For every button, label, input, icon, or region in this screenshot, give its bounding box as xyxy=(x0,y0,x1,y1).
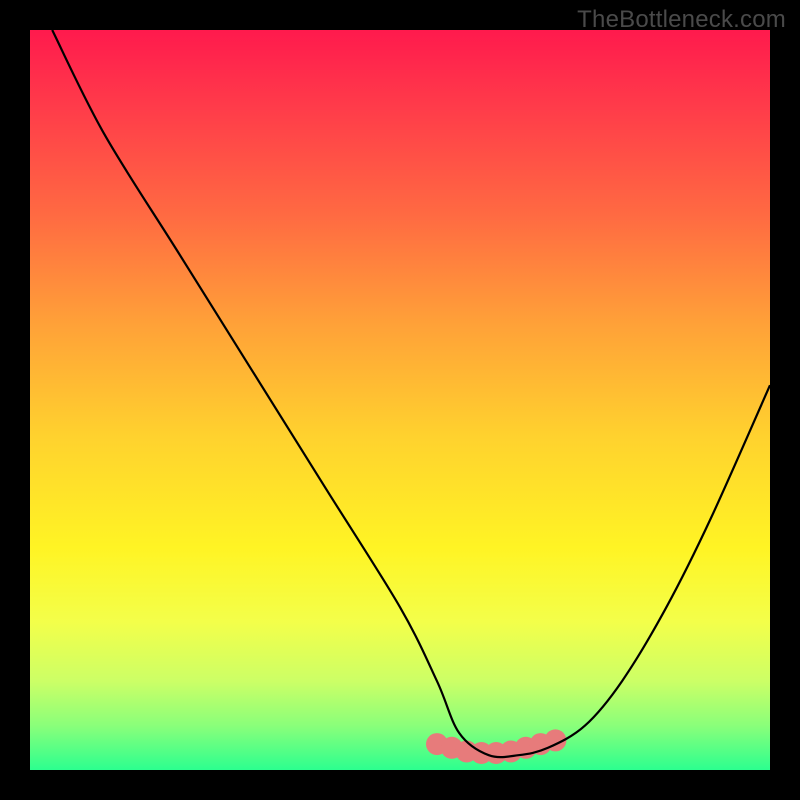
curve-svg xyxy=(30,30,770,770)
marker-group xyxy=(426,729,566,764)
bottleneck-curve xyxy=(52,30,770,757)
chart-frame: TheBottleneck.com xyxy=(0,0,800,800)
plot-area xyxy=(30,30,770,770)
